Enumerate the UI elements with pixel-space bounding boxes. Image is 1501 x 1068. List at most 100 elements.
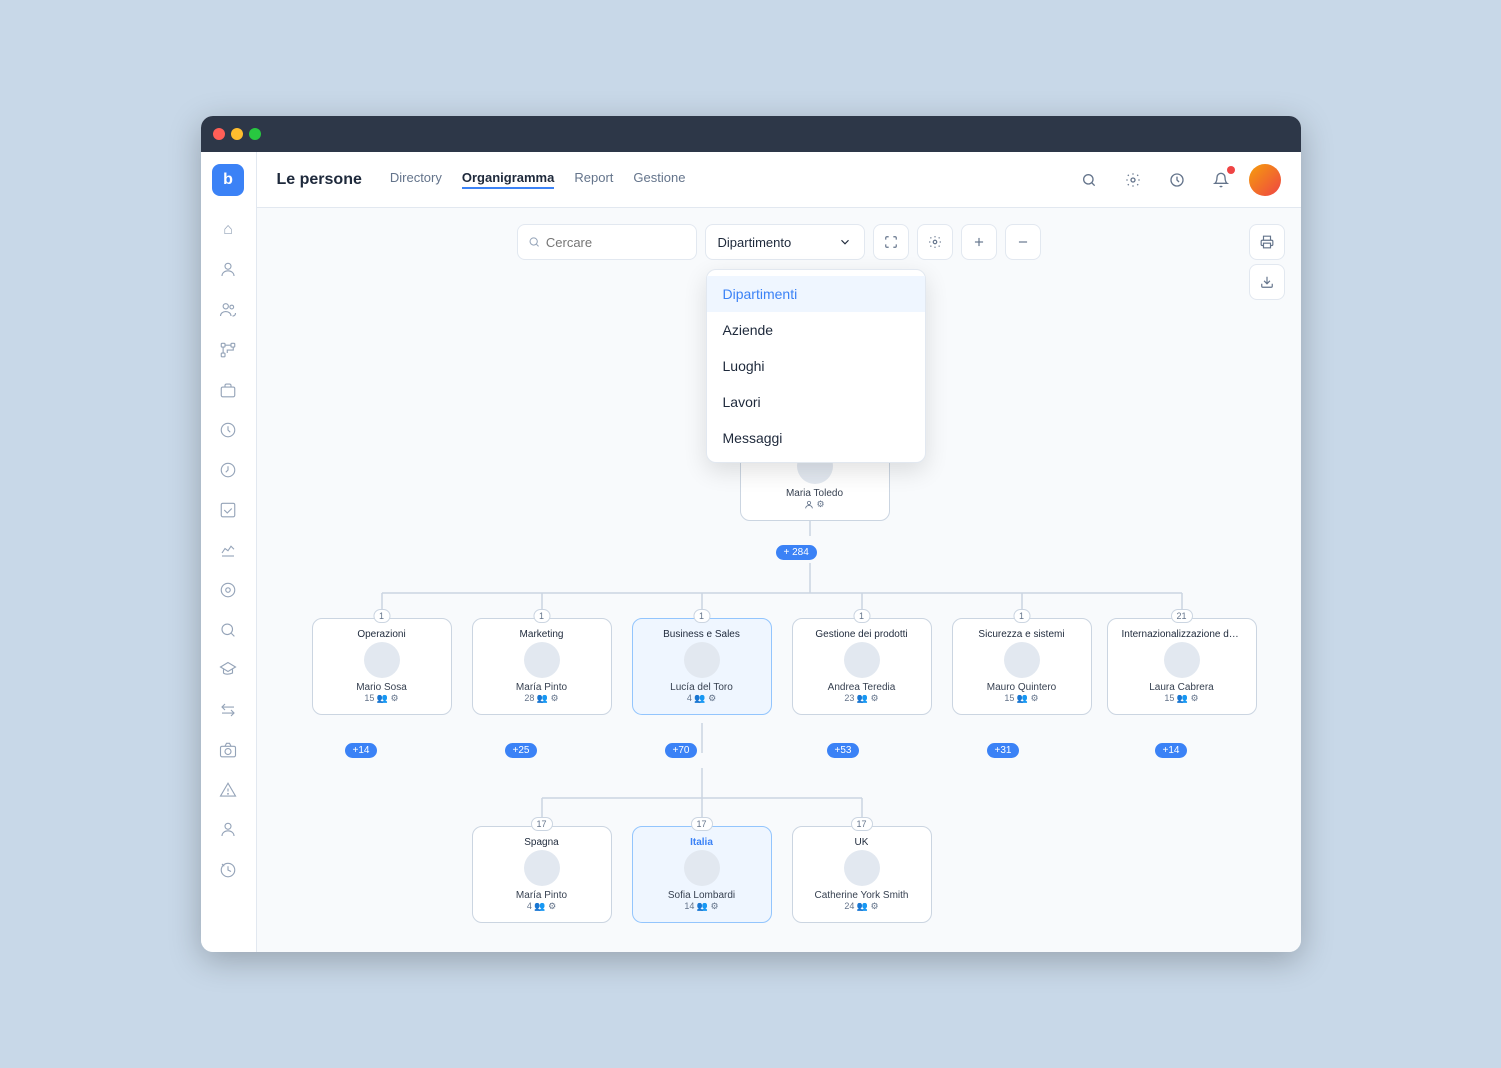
minimize-dot[interactable] <box>231 128 243 140</box>
nav-report[interactable]: Report <box>574 170 613 189</box>
count-marketing: 28 👥 ⚙ <box>524 693 558 704</box>
zoom-out-button[interactable] <box>1005 224 1041 260</box>
expand-business[interactable]: +70 <box>665 740 698 758</box>
node-gestione-prodotti[interactable]: 1 Gestione dei prodotti Andrea Teredia 2… <box>792 618 932 715</box>
expand-marketing[interactable]: +25 <box>505 740 538 758</box>
name-operazioni: Mario Sosa <box>356 682 407 693</box>
nav-gestione[interactable]: Gestione <box>633 170 685 189</box>
badge-italia: 17 <box>690 817 712 831</box>
time-button[interactable] <box>1161 164 1193 196</box>
count-spagna: 4 👥 ⚙ <box>527 901 556 912</box>
topbar-actions <box>1073 164 1281 196</box>
sidebar-item-search[interactable] <box>210 612 246 648</box>
count-sicurezza: 15 👥 ⚙ <box>1004 693 1038 704</box>
nav-organigramma[interactable]: Organigramma <box>462 170 554 189</box>
sidebar-item-person2[interactable] <box>210 812 246 848</box>
badge-gestione-prodotti: 1 <box>853 609 870 623</box>
user-avatar[interactable] <box>1249 164 1281 196</box>
node-sicurezza[interactable]: 1 Sicurezza e sistemi Mauro Quintero 15 … <box>952 618 1092 715</box>
expand-internazionalizzazione[interactable]: +14 <box>1155 740 1188 758</box>
settings-button[interactable] <box>1117 164 1149 196</box>
avatar-gestione-prodotti <box>844 642 880 678</box>
title-business: Business e Sales <box>663 629 740 640</box>
count-business: 4 👥 ⚙ <box>687 693 716 704</box>
zoom-in-button[interactable] <box>961 224 997 260</box>
search-input[interactable] <box>546 235 686 250</box>
fullscreen-button[interactable] <box>873 224 909 260</box>
title-spagna: Spagna <box>524 837 558 848</box>
avatar-spagna <box>524 850 560 886</box>
badge-operazioni: 1 <box>373 609 390 623</box>
name-italia: Sofia Lombardi <box>668 890 735 901</box>
node-internazionalizzazione[interactable]: 21 Internazionalizzazione delle imprese … <box>1107 618 1257 715</box>
expand-sicurezza[interactable]: +31 <box>987 740 1020 758</box>
sidebar-item-check[interactable] <box>210 492 246 528</box>
sidebar-item-clock2[interactable] <box>210 452 246 488</box>
app-layout: b ⌂ <box>201 152 1301 952</box>
sidebar-item-history[interactable] <box>210 852 246 888</box>
sidebar-item-clock1[interactable] <box>210 412 246 448</box>
dropdown-option-lavori[interactable]: Lavori <box>707 384 925 420</box>
count-uk: 24 👥 ⚙ <box>844 901 878 912</box>
count-italia: 14 👥 ⚙ <box>684 901 718 912</box>
sidebar-item-network[interactable] <box>210 332 246 368</box>
notification-button[interactable] <box>1205 164 1237 196</box>
title-gestione-prodotti: Gestione dei prodotti <box>815 629 907 640</box>
maximize-dot[interactable] <box>249 128 261 140</box>
count-gestione-prodotti: 23 👥 ⚙ <box>844 693 878 704</box>
close-dot[interactable] <box>213 128 225 140</box>
expand-operazioni[interactable]: +14 <box>345 740 378 758</box>
dropdown-option-dipartimenti[interactable]: Dipartimenti <box>707 276 925 312</box>
name-marketing: María Pinto <box>516 682 567 693</box>
expand-root[interactable]: + 284 <box>776 542 817 560</box>
titlebar <box>201 116 1301 152</box>
sidebar-item-gauge[interactable] <box>210 572 246 608</box>
canvas-area: Dipartimento Dipartimenti Aziende Luoghi <box>257 208 1301 952</box>
title-operazioni: Operazioni <box>357 629 405 640</box>
sidebar-item-flow[interactable] <box>210 692 246 728</box>
logo[interactable]: b <box>212 164 244 196</box>
expand-root-badge[interactable]: + 284 <box>776 545 817 560</box>
dropdown-option-messaggi[interactable]: Messaggi <box>707 420 925 456</box>
title-internazionalizzazione: Internazionalizzazione delle imprese ... <box>1122 629 1242 640</box>
badge-internazionalizzazione: 21 <box>1170 609 1192 623</box>
badge-marketing: 1 <box>533 609 550 623</box>
avatar-uk <box>844 850 880 886</box>
node-operazioni[interactable]: 1 Operazioni Mario Sosa 15 👥 ⚙ <box>312 618 452 715</box>
search-box[interactable] <box>517 224 697 260</box>
sidebar-item-alert[interactable] <box>210 772 246 808</box>
root-count: ⚙ <box>804 499 824 510</box>
right-toolbar <box>1249 224 1285 300</box>
badge-sicurezza: 1 <box>1013 609 1030 623</box>
node-business[interactable]: 1 Business e Sales Lucía del Toro 4 👥 ⚙ <box>632 618 772 715</box>
dropdown-option-aziende[interactable]: Aziende <box>707 312 925 348</box>
title-marketing: Marketing <box>520 629 564 640</box>
download-button[interactable] <box>1249 264 1285 300</box>
dropdown-trigger[interactable]: Dipartimento Dipartimenti Aziende Luoghi <box>705 224 865 260</box>
search-button[interactable] <box>1073 164 1105 196</box>
badge-uk: 17 <box>850 817 872 831</box>
sidebar-item-person[interactable] <box>210 252 246 288</box>
print-button[interactable] <box>1249 224 1285 260</box>
expand-gestione-prodotti[interactable]: +53 <box>827 740 860 758</box>
sidebar-item-people[interactable] <box>210 292 246 328</box>
node-uk[interactable]: 17 UK Catherine York Smith 24 👥 ⚙ <box>792 826 932 923</box>
name-business: Lucía del Toro <box>670 682 733 693</box>
sidebar-item-camera[interactable] <box>210 732 246 768</box>
node-marketing[interactable]: 1 Marketing María Pinto 28 👥 ⚙ <box>472 618 612 715</box>
avatar-sicurezza <box>1004 642 1040 678</box>
sidebar: b ⌂ <box>201 152 257 952</box>
avatar-internazionalizzazione <box>1164 642 1200 678</box>
node-italia[interactable]: 17 Italia Sofia Lombardi 14 👥 ⚙ <box>632 826 772 923</box>
nav-directory[interactable]: Directory <box>390 170 442 189</box>
sidebar-item-chart[interactable] <box>210 532 246 568</box>
sidebar-item-grad[interactable] <box>210 652 246 688</box>
avatar-italia <box>684 850 720 886</box>
node-spagna[interactable]: 17 Spagna María Pinto 4 👥 ⚙ <box>472 826 612 923</box>
sidebar-item-briefcase[interactable] <box>210 372 246 408</box>
top-nav: Directory Organigramma Report Gestione <box>390 170 1053 189</box>
org-settings-button[interactable] <box>917 224 953 260</box>
dropdown-option-luoghi[interactable]: Luoghi <box>707 348 925 384</box>
sidebar-item-home[interactable]: ⌂ <box>210 212 246 248</box>
name-internazionalizzazione: Laura Cabrera <box>1149 682 1213 693</box>
